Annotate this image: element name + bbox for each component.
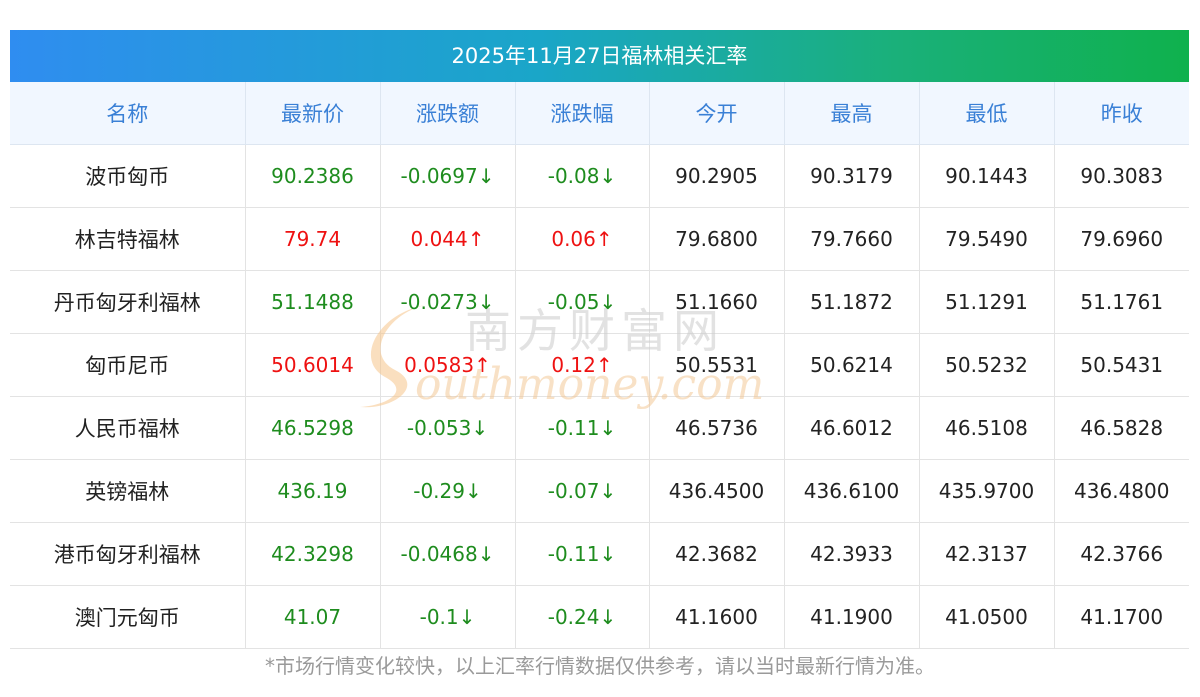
cell-open: 46.5736: [649, 396, 785, 460]
cell-pct: -0.07↓: [515, 459, 650, 523]
cell-pct: 0.06↑: [515, 207, 650, 271]
cell-open: 41.1600: [649, 585, 785, 649]
header-row: 名称 最新价 涨跌额 涨跌幅 今开 最高 最低 昨收: [10, 82, 1189, 145]
cell-prev: 436.4800: [1054, 459, 1189, 523]
cell-name: 英镑福林: [10, 459, 246, 523]
table-row: 港币匈牙利福林 42.3298 -0.0468↓ -0.11↓ 42.3682 42.39…: [10, 522, 1189, 586]
cell-high: 90.3179: [784, 144, 920, 208]
cell-prev: 42.3766: [1054, 522, 1189, 586]
cell-open: 436.4500: [649, 459, 785, 523]
col-header-open: 今开: [649, 82, 785, 145]
cell-open: 90.2905: [649, 144, 785, 208]
cell-prev: 50.5431: [1054, 333, 1189, 397]
cell-low: 90.1443: [919, 144, 1055, 208]
cell-change: 0.044↑: [380, 207, 516, 271]
cell-low: 46.5108: [919, 396, 1055, 460]
cell-name: 匈币尼币: [10, 333, 246, 397]
cell-change: -0.0468↓: [380, 522, 516, 586]
cell-latest: 46.5298: [245, 396, 381, 460]
cell-open: 79.6800: [649, 207, 785, 271]
cell-high: 79.7660: [784, 207, 920, 271]
cell-name: 澳门元匈币: [10, 585, 246, 649]
cell-high: 42.3933: [784, 522, 920, 586]
cell-latest: 41.07: [245, 585, 381, 649]
cell-low: 42.3137: [919, 522, 1055, 586]
cell-name: 人民币福林: [10, 396, 246, 460]
cell-latest: 50.6014: [245, 333, 381, 397]
cell-pct: 0.12↑: [515, 333, 650, 397]
col-header-latest: 最新价: [245, 82, 381, 145]
cell-name: 波币匈币: [10, 144, 246, 208]
cell-low: 50.5232: [919, 333, 1055, 397]
cell-change: -0.0273↓: [380, 270, 516, 334]
rate-table: 名称 最新价 涨跌额 涨跌幅 今开 最高 最低 昨收 波币匈币 90.2386 -0…: [10, 82, 1189, 649]
cell-high: 46.6012: [784, 396, 920, 460]
cell-prev: 46.5828: [1054, 396, 1189, 460]
table-row: 澳门元匈币 41.07 -0.1↓ -0.24↓ 41.1600 41.1900 41.05…: [10, 585, 1189, 649]
cell-latest: 42.3298: [245, 522, 381, 586]
cell-prev: 41.1700: [1054, 585, 1189, 649]
table-title: 2025年11月27日福林相关汇率: [10, 30, 1189, 82]
cell-name: 林吉特福林: [10, 207, 246, 271]
col-header-pct: 涨跌幅: [515, 82, 650, 145]
cell-pct: -0.24↓: [515, 585, 650, 649]
cell-change: -0.0697↓: [380, 144, 516, 208]
cell-prev: 79.6960: [1054, 207, 1189, 271]
rate-table-card: 2025年11月27日福林相关汇率 名称 最新价 涨跌额 涨跌幅 今开 最高 最…: [10, 30, 1189, 649]
cell-latest: 51.1488: [245, 270, 381, 334]
cell-latest: 436.19: [245, 459, 381, 523]
table-row: 林吉特福林 79.74 0.044↑ 0.06↑ 79.6800 79.7660 79.54…: [10, 207, 1189, 271]
cell-prev: 90.3083: [1054, 144, 1189, 208]
cell-change: -0.053↓: [380, 396, 516, 460]
cell-high: 50.6214: [784, 333, 920, 397]
cell-pct: -0.08↓: [515, 144, 650, 208]
cell-latest: 90.2386: [245, 144, 381, 208]
cell-change: 0.0583↑: [380, 333, 516, 397]
cell-low: 79.5490: [919, 207, 1055, 271]
cell-low: 51.1291: [919, 270, 1055, 334]
cell-latest: 79.74: [245, 207, 381, 271]
cell-high: 41.1900: [784, 585, 920, 649]
cell-low: 435.9700: [919, 459, 1055, 523]
table-row: 波币匈币 90.2386 -0.0697↓ -0.08↓ 90.2905 90.3179 9…: [10, 144, 1189, 208]
col-header-change: 涨跌额: [380, 82, 516, 145]
cell-change: -0.1↓: [380, 585, 516, 649]
col-header-low: 最低: [919, 82, 1055, 145]
disclaimer-note: *市场行情变化较快，以上汇率行情数据仅供参考，请以当时最新行情为准。: [265, 654, 935, 678]
col-header-high: 最高: [784, 82, 920, 145]
col-header-name: 名称: [10, 82, 246, 145]
cell-name: 港币匈牙利福林: [10, 522, 246, 586]
cell-high: 436.6100: [784, 459, 920, 523]
cell-low: 41.0500: [919, 585, 1055, 649]
table-row: 英镑福林 436.19 -0.29↓ -0.07↓ 436.4500 436.6100 43…: [10, 459, 1189, 523]
table-row: 人民币福林 46.5298 -0.053↓ -0.11↓ 46.5736 46.6012 4…: [10, 396, 1189, 460]
cell-high: 51.1872: [784, 270, 920, 334]
cell-open: 51.1660: [649, 270, 785, 334]
cell-open: 50.5531: [649, 333, 785, 397]
cell-pct: -0.05↓: [515, 270, 650, 334]
cell-open: 42.3682: [649, 522, 785, 586]
cell-prev: 51.1761: [1054, 270, 1189, 334]
cell-pct: -0.11↓: [515, 522, 650, 586]
cell-pct: -0.11↓: [515, 396, 650, 460]
table-row: 丹币匈牙利福林 51.1488 -0.0273↓ -0.05↓ 51.1660 51.18…: [10, 270, 1189, 334]
cell-change: -0.29↓: [380, 459, 516, 523]
table-row: 匈币尼币 50.6014 0.0583↑ 0.12↑ 50.5531 50.6214 50.…: [10, 333, 1189, 397]
cell-name: 丹币匈牙利福林: [10, 270, 246, 334]
col-header-prev: 昨收: [1054, 82, 1189, 145]
